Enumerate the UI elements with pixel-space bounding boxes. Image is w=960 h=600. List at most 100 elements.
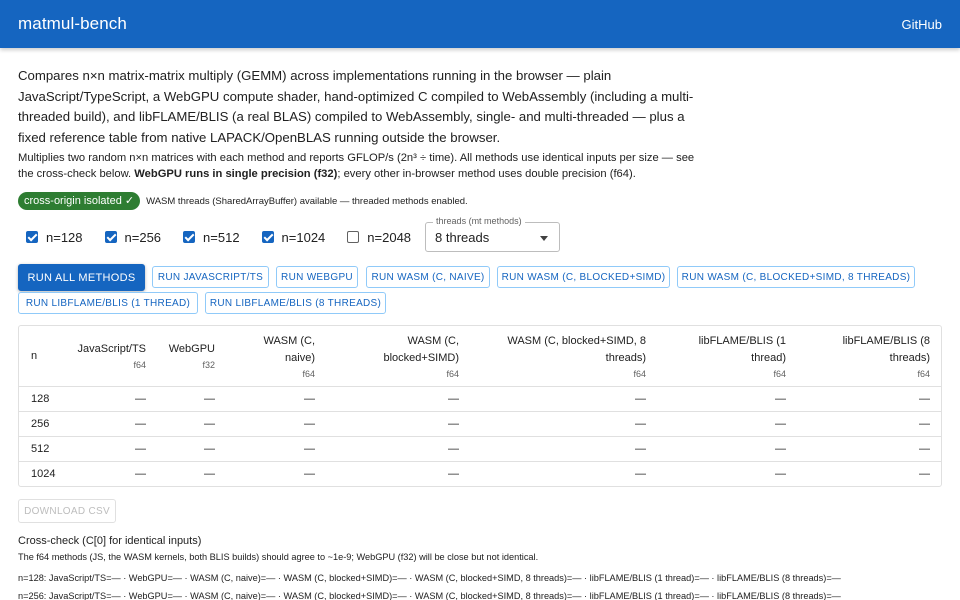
cell-webgpu: — [204, 393, 215, 405]
size-checkbox-512[interactable]: n=512 [183, 230, 240, 245]
column-header-label-line2: naive) [285, 351, 315, 364]
cell-blis-8: — [919, 443, 930, 455]
column-header-label: WASM (C, [263, 334, 315, 347]
run-blis-1-thread-button[interactable]: RUN LIBFLAME/BLIS (1 THREAD) [18, 292, 198, 314]
cell-blis-8: — [919, 468, 930, 480]
threads-status-note: WASM threads (SharedArrayBuffer) availab… [146, 195, 468, 207]
size-checkbox-2048[interactable]: n=2048 [347, 230, 411, 245]
cell-js: — [135, 468, 146, 480]
size-label: n=512 [203, 229, 240, 245]
size-label: n=2048 [367, 229, 412, 245]
cell-blis-1: — [775, 468, 786, 480]
column-header-wasm-naive: WASM (C, naive) f64 [263, 326, 315, 387]
size-label: n=128 [46, 229, 83, 245]
table-header: n JavaScript/TS f64 WebGPU f32 WASM (C, nai… [19, 326, 941, 387]
app-bar: matmul-bench GitHub [0, 0, 960, 48]
download-csv-button[interactable]: DOWNLOAD CSV [18, 499, 116, 523]
column-header-label: libFLAME/BLIS (1 [698, 334, 786, 347]
size-label: n=1024 [281, 229, 326, 245]
size-checkbox-256[interactable]: n=256 [104, 229, 162, 245]
checkbox-box[interactable] [261, 231, 274, 243]
column-header-label-line2: threads) [605, 351, 646, 364]
threads-select[interactable]: threads (mt methods) 8 threads [425, 216, 561, 252]
checkbox-box[interactable] [26, 231, 38, 243]
checkbox-box[interactable] [347, 231, 360, 243]
cell-wasm-blocked-8: — [635, 393, 646, 405]
cell-wasm-naive: — [304, 468, 315, 480]
cell-webgpu: — [204, 418, 215, 430]
cell-n: 256 [31, 418, 50, 430]
column-header-n: n [31, 326, 61, 387]
cell-js: — [135, 393, 146, 405]
column-header-label-line2: blocked+SIMD) [383, 351, 459, 364]
run-wasm-blocked-button[interactable]: RUN WASM (C, BLOCKED+SIMD) [497, 266, 670, 288]
threads-select-label: threads (mt methods) [433, 216, 525, 226]
crosscheck-note: The f64 methods (JS, the WASM kernels, b… [18, 552, 539, 562]
column-header-precision: f64 [917, 368, 930, 379]
run-blis-8-threads-button[interactable]: RUN LIBFLAME/BLIS (8 THREADS) [205, 292, 386, 314]
size-checkbox-128[interactable]: n=128 [26, 230, 83, 245]
cell-n: 1024 [31, 468, 56, 480]
table-row: 1024 — — — — — — — [19, 462, 941, 487]
column-header-label: JavaScript/TS [77, 343, 146, 355]
column-header-blis-1: libFLAME/BLIS (1 thread) f64 [699, 326, 786, 387]
size-checkbox-1024[interactable]: n=1024 [261, 229, 326, 245]
cell-wasm-blocked: — [448, 468, 459, 480]
size-selector: n=128 n=256 n=512 n=1024 n=2048 threads … [18, 216, 561, 252]
cell-n: 128 [31, 393, 50, 405]
column-header-webgpu: WebGPU f32 [169, 326, 215, 387]
cell-blis-8: — [919, 393, 930, 405]
cell-js: — [135, 443, 146, 455]
table-row: 512 — — — — — — — [19, 437, 941, 462]
column-header-wasm-blocked-8: WASM (C, blocked+SIMD, 8 threads) f64 [507, 326, 646, 387]
size-label: n=256 [124, 229, 162, 245]
run-wasm-blocked-8-threads-button[interactable]: RUN WASM (C, BLOCKED+SIMD, 8 THREADS) [677, 266, 915, 288]
column-header-precision: f64 [133, 360, 146, 370]
cell-wasm-blocked: — [448, 418, 459, 430]
crosscheck-title: Cross-check (C[0] for identical inputs) [18, 535, 202, 547]
method-description-bold: WebGPU runs in single precision (f32) [134, 168, 338, 180]
table-row: 256 — — — — — — — [19, 412, 941, 437]
run-js-button[interactable]: RUN JAVASCRIPT/TS [152, 266, 269, 288]
cell-wasm-naive: — [304, 443, 315, 455]
cell-wasm-blocked: — [448, 393, 459, 405]
column-header-label-line2: thread) [751, 351, 786, 364]
dropdown-arrow-icon [540, 236, 549, 241]
column-header-js: JavaScript/TS f64 [78, 326, 146, 387]
column-header-precision: f64 [302, 368, 315, 379]
column-header-label: n [31, 350, 38, 362]
table-row: 128 — — — — — — — [19, 387, 941, 412]
github-link[interactable]: GitHub [902, 17, 942, 32]
cell-wasm-blocked: — [448, 443, 459, 455]
cell-n: 512 [31, 443, 50, 455]
checkbox-box[interactable] [104, 231, 117, 243]
run-webgpu-button[interactable]: RUN WEBGPU [276, 266, 358, 288]
column-header-label: libFLAME/BLIS (8 [842, 334, 930, 347]
column-header-label: WASM (C, blocked+SIMD, 8 [507, 334, 646, 347]
app-title: matmul-bench [18, 14, 127, 33]
cell-blis-8: — [919, 418, 930, 430]
run-all-button[interactable]: RUN ALL METHODS [18, 264, 145, 291]
run-wasm-naive-button[interactable]: RUN WASM (C, NAIVE) [366, 266, 490, 288]
column-header-label-line2: threads) [889, 351, 930, 364]
crosscheck-line: n=256: JavaScript/TS=— · WebGPU=— · WASM… [18, 591, 841, 600]
column-header-wasm-blocked: WASM (C, blocked+SIMD) f64 [383, 326, 459, 387]
status-row: cross-origin isolated ✓ WASM threads (Sh… [18, 192, 468, 210]
isolation-status-badge: cross-origin isolated ✓ [18, 192, 141, 210]
cell-wasm-naive: — [304, 393, 315, 405]
cell-wasm-blocked-8: — [635, 418, 646, 430]
method-description-post: ; every other in-browser method uses dou… [337, 168, 636, 180]
cell-wasm-blocked-8: — [635, 468, 646, 480]
intro-text: Compares n×n matrix-matrix multiply (GEM… [18, 68, 694, 145]
cell-js: — [135, 418, 146, 430]
column-header-precision: f32 [202, 360, 215, 370]
column-header-label: WebGPU [168, 343, 215, 355]
cell-wasm-blocked-8: — [635, 443, 646, 455]
cell-blis-1: — [775, 443, 786, 455]
checkbox-box[interactable] [183, 231, 196, 243]
cell-webgpu: — [204, 468, 215, 480]
cell-wasm-naive: — [304, 418, 315, 430]
column-header-precision: f64 [633, 368, 646, 379]
column-header-precision: f64 [446, 368, 459, 379]
crosscheck-line: n=128: JavaScript/TS=— · WebGPU=— · WASM… [18, 573, 841, 583]
